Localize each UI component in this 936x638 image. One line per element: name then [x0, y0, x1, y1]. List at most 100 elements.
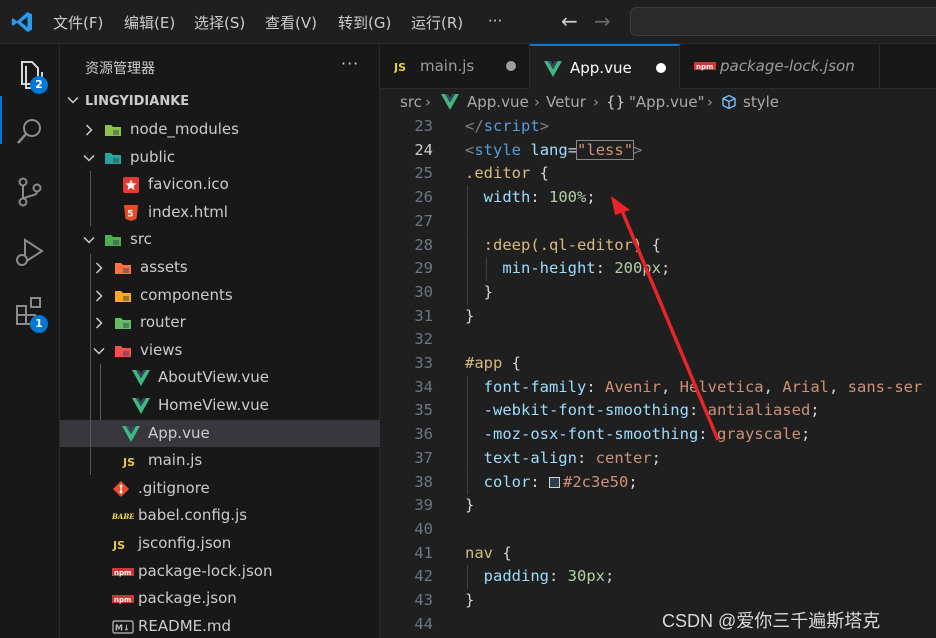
breadcrumb-symbol[interactable]: style — [743, 93, 779, 111]
unsaved-dot-icon[interactable] — [506, 61, 516, 71]
command-center-search[interactable] — [630, 7, 936, 36]
breadcrumb-folder[interactable]: src — [400, 93, 422, 111]
code-token: ; — [651, 448, 661, 467]
editor-tab[interactable]: JS main.js — [380, 44, 530, 89]
router-folder-icon — [114, 314, 132, 332]
tree-file-row[interactable]: 5 index.html — [60, 198, 380, 227]
tree-folder-row[interactable]: src — [60, 226, 380, 254]
svg-text:npm: npm — [114, 596, 131, 604]
tree-folder-row[interactable]: views — [60, 336, 380, 365]
breadcrumb-section[interactable]: "App.vue" — [629, 93, 704, 111]
tree-file-row[interactable]: favicon.ico — [60, 171, 380, 199]
breadcrumb-file[interactable]: App.vue — [467, 93, 529, 111]
menu-overflow-button[interactable]: ··· — [488, 12, 502, 30]
run-debug-icon[interactable] — [12, 234, 48, 270]
tree-file-row[interactable]: JS main.js — [60, 447, 380, 475]
code-token: Avenir — [604, 377, 661, 396]
indent-guide — [90, 419, 91, 448]
tree-folder-row[interactable]: components — [60, 281, 380, 310]
tree-file-row[interactable]: BABEL babel.config.js — [60, 502, 380, 530]
chevron-down-icon[interactable] — [82, 233, 96, 247]
svg-text:JS: JS — [112, 539, 125, 552]
code-token: script — [483, 117, 540, 135]
chevron-down-icon[interactable] — [82, 151, 96, 165]
forward-arrow-icon[interactable]: → — [594, 9, 611, 33]
tree-file-row[interactable]: npm package.json — [60, 585, 380, 613]
tree-folder-row[interactable]: router — [60, 309, 380, 337]
code-text: :deep(.ql-editor) { — [484, 236, 661, 254]
code-token: text-align — [483, 448, 577, 467]
code-token: : — [688, 401, 708, 420]
tree-file-row[interactable]: npm package-lock.json — [60, 558, 380, 586]
breadcrumb-language[interactable]: Vetur — [546, 93, 586, 111]
code-line: 34 font-family: Avenir, Helvetica, Arial,… — [380, 375, 936, 400]
tree-folder-row[interactable]: public — [60, 144, 380, 172]
code-token: ; — [810, 401, 820, 420]
chevron-right-icon[interactable] — [92, 261, 106, 275]
menu-item[interactable]: 选择(S) — [194, 12, 245, 33]
menu-item[interactable]: 文件(F) — [53, 12, 103, 33]
tree-file-row[interactable]: .gitignore — [60, 475, 380, 503]
tree-file-row[interactable]: AboutView.vue — [60, 364, 380, 392]
code-token: nav — [465, 543, 493, 562]
source-control-icon[interactable] — [12, 174, 48, 210]
tree-folder-row[interactable]: node_modules — [60, 116, 380, 144]
tree-file-row[interactable]: JS jsconfig.json — [60, 530, 380, 558]
code-token: { — [502, 354, 521, 372]
menu-item[interactable]: 编辑(E) — [124, 12, 175, 33]
code-line: 37 text-align: center; — [380, 446, 936, 471]
breadcrumb-separator-icon: › — [425, 93, 431, 111]
babel-icon: BABEL — [111, 507, 140, 525]
chevron-right-icon[interactable] — [92, 316, 106, 330]
extensions-badge: 1 — [30, 315, 48, 333]
chevron-right-icon[interactable] — [92, 289, 106, 303]
tree-file-row[interactable]: App.vue — [60, 419, 380, 448]
indent-guide — [90, 391, 91, 420]
indent-guide — [467, 423, 468, 447]
code-line: 41 nav { — [380, 542, 936, 566]
editor-tab[interactable]: App.vue — [530, 44, 680, 89]
line-number: 33 — [414, 354, 433, 372]
public-folder-icon — [104, 149, 122, 167]
code-token: color — [483, 472, 531, 491]
code-token: center — [595, 448, 652, 467]
code-text: #app { — [465, 354, 521, 372]
vue-icon — [544, 59, 562, 81]
more-actions-button[interactable]: ··· — [341, 54, 359, 73]
title-bar: 文件(F) 编辑(E) 选择(S) 查看(V) 转到(G) 运行(R) ··· ← → — [0, 0, 936, 44]
unsaved-dot-icon[interactable] — [656, 63, 666, 73]
code-token: { — [493, 543, 512, 562]
breadcrumb-separator-icon: › — [534, 93, 540, 111]
search-icon[interactable] — [12, 114, 48, 150]
code-text: -webkit-font-smoothing: antialiased; — [484, 401, 820, 419]
line-number: 35 — [414, 401, 433, 420]
tree-file-row[interactable]: HomeView.vue — [60, 391, 380, 420]
menu-item[interactable]: 查看(V) — [265, 12, 317, 33]
code-editor[interactable]: 23 </script> 24 <style lang="less"> 25 .edito… — [380, 115, 936, 638]
back-arrow-icon[interactable]: ← — [561, 9, 578, 33]
indent-guide — [100, 364, 101, 392]
tree-file-row[interactable]: M↓ README.md — [60, 613, 380, 638]
project-root-header[interactable]: LINGYIDIANKE — [60, 90, 380, 116]
line-number: 38 — [414, 472, 433, 491]
code-line: 36 -moz-osx-font-smoothing: grayscale; — [380, 423, 936, 447]
chevron-right-icon[interactable] — [82, 123, 96, 137]
tree-item-label: main.js — [148, 451, 203, 470]
indent-guide — [90, 447, 91, 475]
code-token: padding — [483, 567, 549, 586]
chevron-down-icon[interactable] — [92, 344, 106, 358]
indent-guide — [467, 375, 468, 400]
code-line: 33 #app { — [380, 352, 936, 376]
color-swatch-icon[interactable] — [549, 476, 560, 488]
code-text: } — [465, 496, 474, 514]
code-token: 30px — [567, 567, 605, 586]
menu-item[interactable]: 转到(G) — [338, 12, 391, 33]
code-token: , — [763, 377, 783, 396]
explorer-badge: 2 — [30, 76, 48, 94]
menu-item[interactable]: 运行(R) — [411, 12, 463, 33]
tree-folder-row[interactable]: assets — [60, 253, 380, 282]
svg-text:npm: npm — [696, 63, 713, 71]
code-token: "less" — [576, 139, 635, 160]
code-token: } — [465, 496, 475, 515]
editor-tab[interactable]: npm package-lock.json — [680, 44, 880, 89]
